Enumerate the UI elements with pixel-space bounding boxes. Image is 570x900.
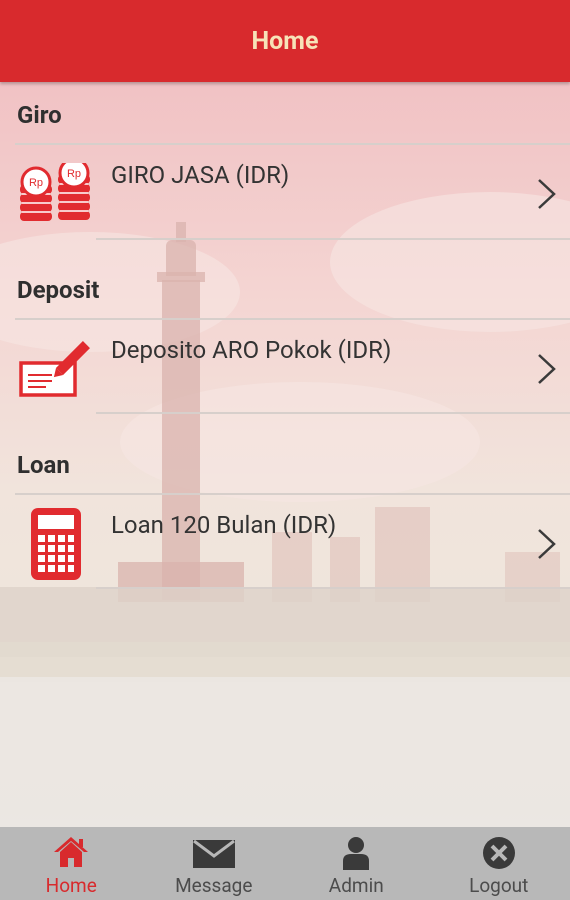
divider: [96, 238, 570, 240]
tab-message[interactable]: Message: [143, 827, 286, 900]
tab-home[interactable]: Home: [0, 827, 143, 900]
page-title: Home: [251, 26, 319, 56]
calculator-icon: [30, 507, 82, 585]
home-icon: [53, 836, 89, 872]
chevron-right-icon: [536, 528, 556, 564]
person-icon: [341, 836, 371, 874]
divider: [96, 587, 570, 589]
tab-label: Message: [175, 874, 253, 897]
envelope-icon: [192, 839, 235, 872]
account-row-giro[interactable]: Rp Rp GIRO JASA (IDR): [0, 145, 570, 240]
close-circle-icon: [482, 836, 516, 874]
account-row-loan[interactable]: Loan 120 Bulan (IDR): [0, 495, 570, 590]
coin-label: Rp: [29, 177, 43, 189]
section-title-deposit: Deposit: [17, 276, 100, 304]
section-title-giro: Giro: [17, 101, 62, 129]
coins-icon: Rp Rp: [18, 157, 94, 229]
tab-admin[interactable]: Admin: [285, 827, 428, 900]
app-header: Home: [0, 0, 570, 82]
tab-label: Logout: [469, 874, 529, 897]
tab-label: Admin: [328, 874, 384, 897]
tab-logout[interactable]: Logout: [428, 827, 570, 900]
chevron-right-icon: [536, 178, 556, 214]
chevron-right-icon: [536, 353, 556, 389]
section-title-loan: Loan: [17, 451, 70, 479]
divider: [96, 412, 570, 414]
tab-label: Home: [45, 874, 97, 897]
bottom-tab-bar: Home Message Admin Logout: [0, 827, 570, 900]
account-label: GIRO JASA (IDR): [111, 161, 290, 189]
coin-label: Rp: [67, 168, 81, 180]
account-label: Loan 120 Bulan (IDR): [111, 511, 337, 539]
check-pen-icon: [18, 338, 94, 404]
account-row-deposit[interactable]: Deposito ARO Pokok (IDR): [0, 320, 570, 415]
account-label: Deposito ARO Pokok (IDR): [111, 336, 392, 364]
